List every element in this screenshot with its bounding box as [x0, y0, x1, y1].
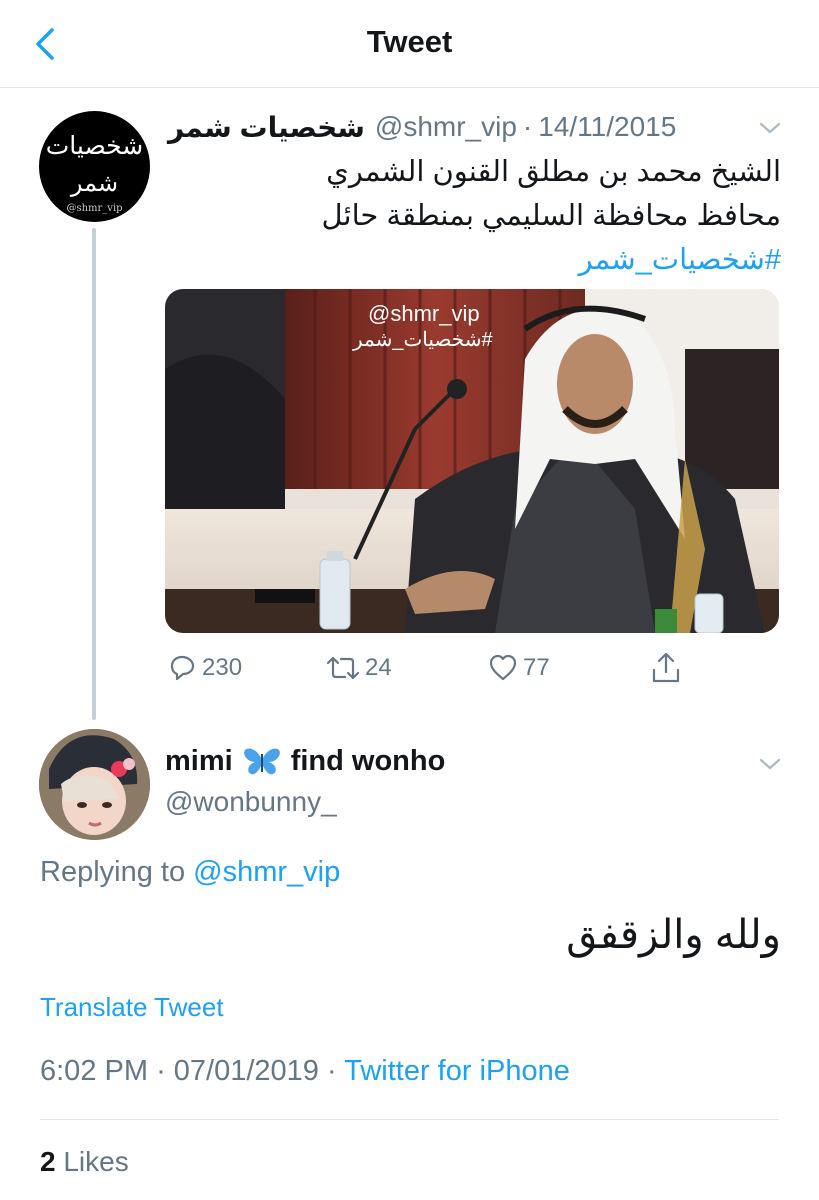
- tweet-photo[interactable]: @shmr_vip #شخصيات_شمر: [165, 289, 779, 633]
- retweet-icon: [326, 656, 360, 680]
- photo-overlay-handle: @shmr_vip: [368, 301, 480, 326]
- author-handle[interactable]: @shmr_vip: [375, 111, 517, 143]
- meta-separator: ·: [327, 1055, 345, 1087]
- tweet-text-line: الشيخ محمد بن مطلق القنون الشمري: [326, 156, 781, 188]
- meta-separator: ·: [156, 1055, 174, 1087]
- author-name[interactable]: شخصيات شمر: [168, 111, 365, 144]
- share-button[interactable]: [650, 646, 682, 690]
- like-count: 77: [523, 654, 550, 681]
- tweet-date[interactable]: 14/11/2015: [538, 111, 676, 143]
- divider: [40, 1119, 779, 1120]
- replying-to-prefix: Replying to: [40, 856, 186, 888]
- reply-author-handle[interactable]: @wonbunny_: [165, 786, 337, 818]
- reply-time: 6:02 PM: [40, 1055, 148, 1087]
- reply-author-avatar[interactable]: [39, 729, 150, 840]
- avatar-logo-text-middle: شمر: [70, 169, 119, 197]
- translate-tweet-link[interactable]: Translate Tweet: [40, 992, 224, 1023]
- reply-text: ولله والزقفق: [566, 913, 781, 957]
- retweet-button[interactable]: 24: [325, 646, 392, 690]
- reply-options-button[interactable]: [757, 754, 783, 774]
- reply-metadata: 6:02 PM · 07/01/2019 · Twitter for iPhon…: [40, 1055, 570, 1088]
- avatar-photo: [39, 729, 150, 840]
- chevron-down-icon: [759, 758, 781, 770]
- reply-button[interactable]: 230: [166, 646, 242, 690]
- reply-source-link[interactable]: Twitter for iPhone: [344, 1055, 570, 1087]
- reply-count: 230: [202, 654, 243, 681]
- tweet-header: شخصيات شمر @shmr_vip · 14/11/2015: [168, 106, 676, 148]
- share-icon: [652, 652, 680, 683]
- like-icon: [489, 654, 517, 681]
- meta-separator: ·: [522, 111, 533, 142]
- retweet-count: 24: [365, 654, 392, 681]
- tweet-options-button[interactable]: [757, 118, 783, 138]
- replying-to-mention[interactable]: @shmr_vip: [193, 856, 340, 888]
- butterfly-emoji-icon: [243, 746, 281, 778]
- hashtag-link[interactable]: #شخصيات_شمر: [168, 238, 781, 282]
- reply-icon: [170, 655, 195, 681]
- likes-label: Likes: [63, 1146, 129, 1177]
- page-title: Tweet: [366, 24, 453, 59]
- author-avatar[interactable]: شخصيات شمر @shmr_vip: [39, 111, 150, 222]
- reply-author-name[interactable]: mimi find wonho: [165, 745, 445, 778]
- like-button[interactable]: 77: [487, 646, 550, 690]
- replying-to-line: Replying to @shmr_vip: [40, 856, 340, 889]
- chevron-down-icon: [759, 122, 781, 134]
- thread-connector-line: [92, 228, 96, 720]
- reply-author-name-part1: mimi: [165, 745, 233, 777]
- reply-date: 07/01/2019: [173, 1055, 319, 1087]
- photo-overlay-hashtag: #شخصيات_شمر: [353, 329, 493, 351]
- avatar-logo-text-bottom: @shmr_vip: [66, 203, 123, 214]
- tweet-text-line: محافظ محافظة السليمي بمنطقة حائل: [321, 200, 781, 232]
- top-nav-bar: Tweet: [0, 0, 819, 88]
- likes-count: 2: [40, 1146, 56, 1177]
- tweet-text: الشيخ محمد بن مطلق القنون الشمري محافظ م…: [168, 150, 781, 282]
- likes-summary[interactable]: 2 Likes: [40, 1146, 129, 1178]
- avatar-logo-text-top: شخصيات: [45, 131, 144, 160]
- reply-author-name-part2: find wonho: [290, 745, 446, 777]
